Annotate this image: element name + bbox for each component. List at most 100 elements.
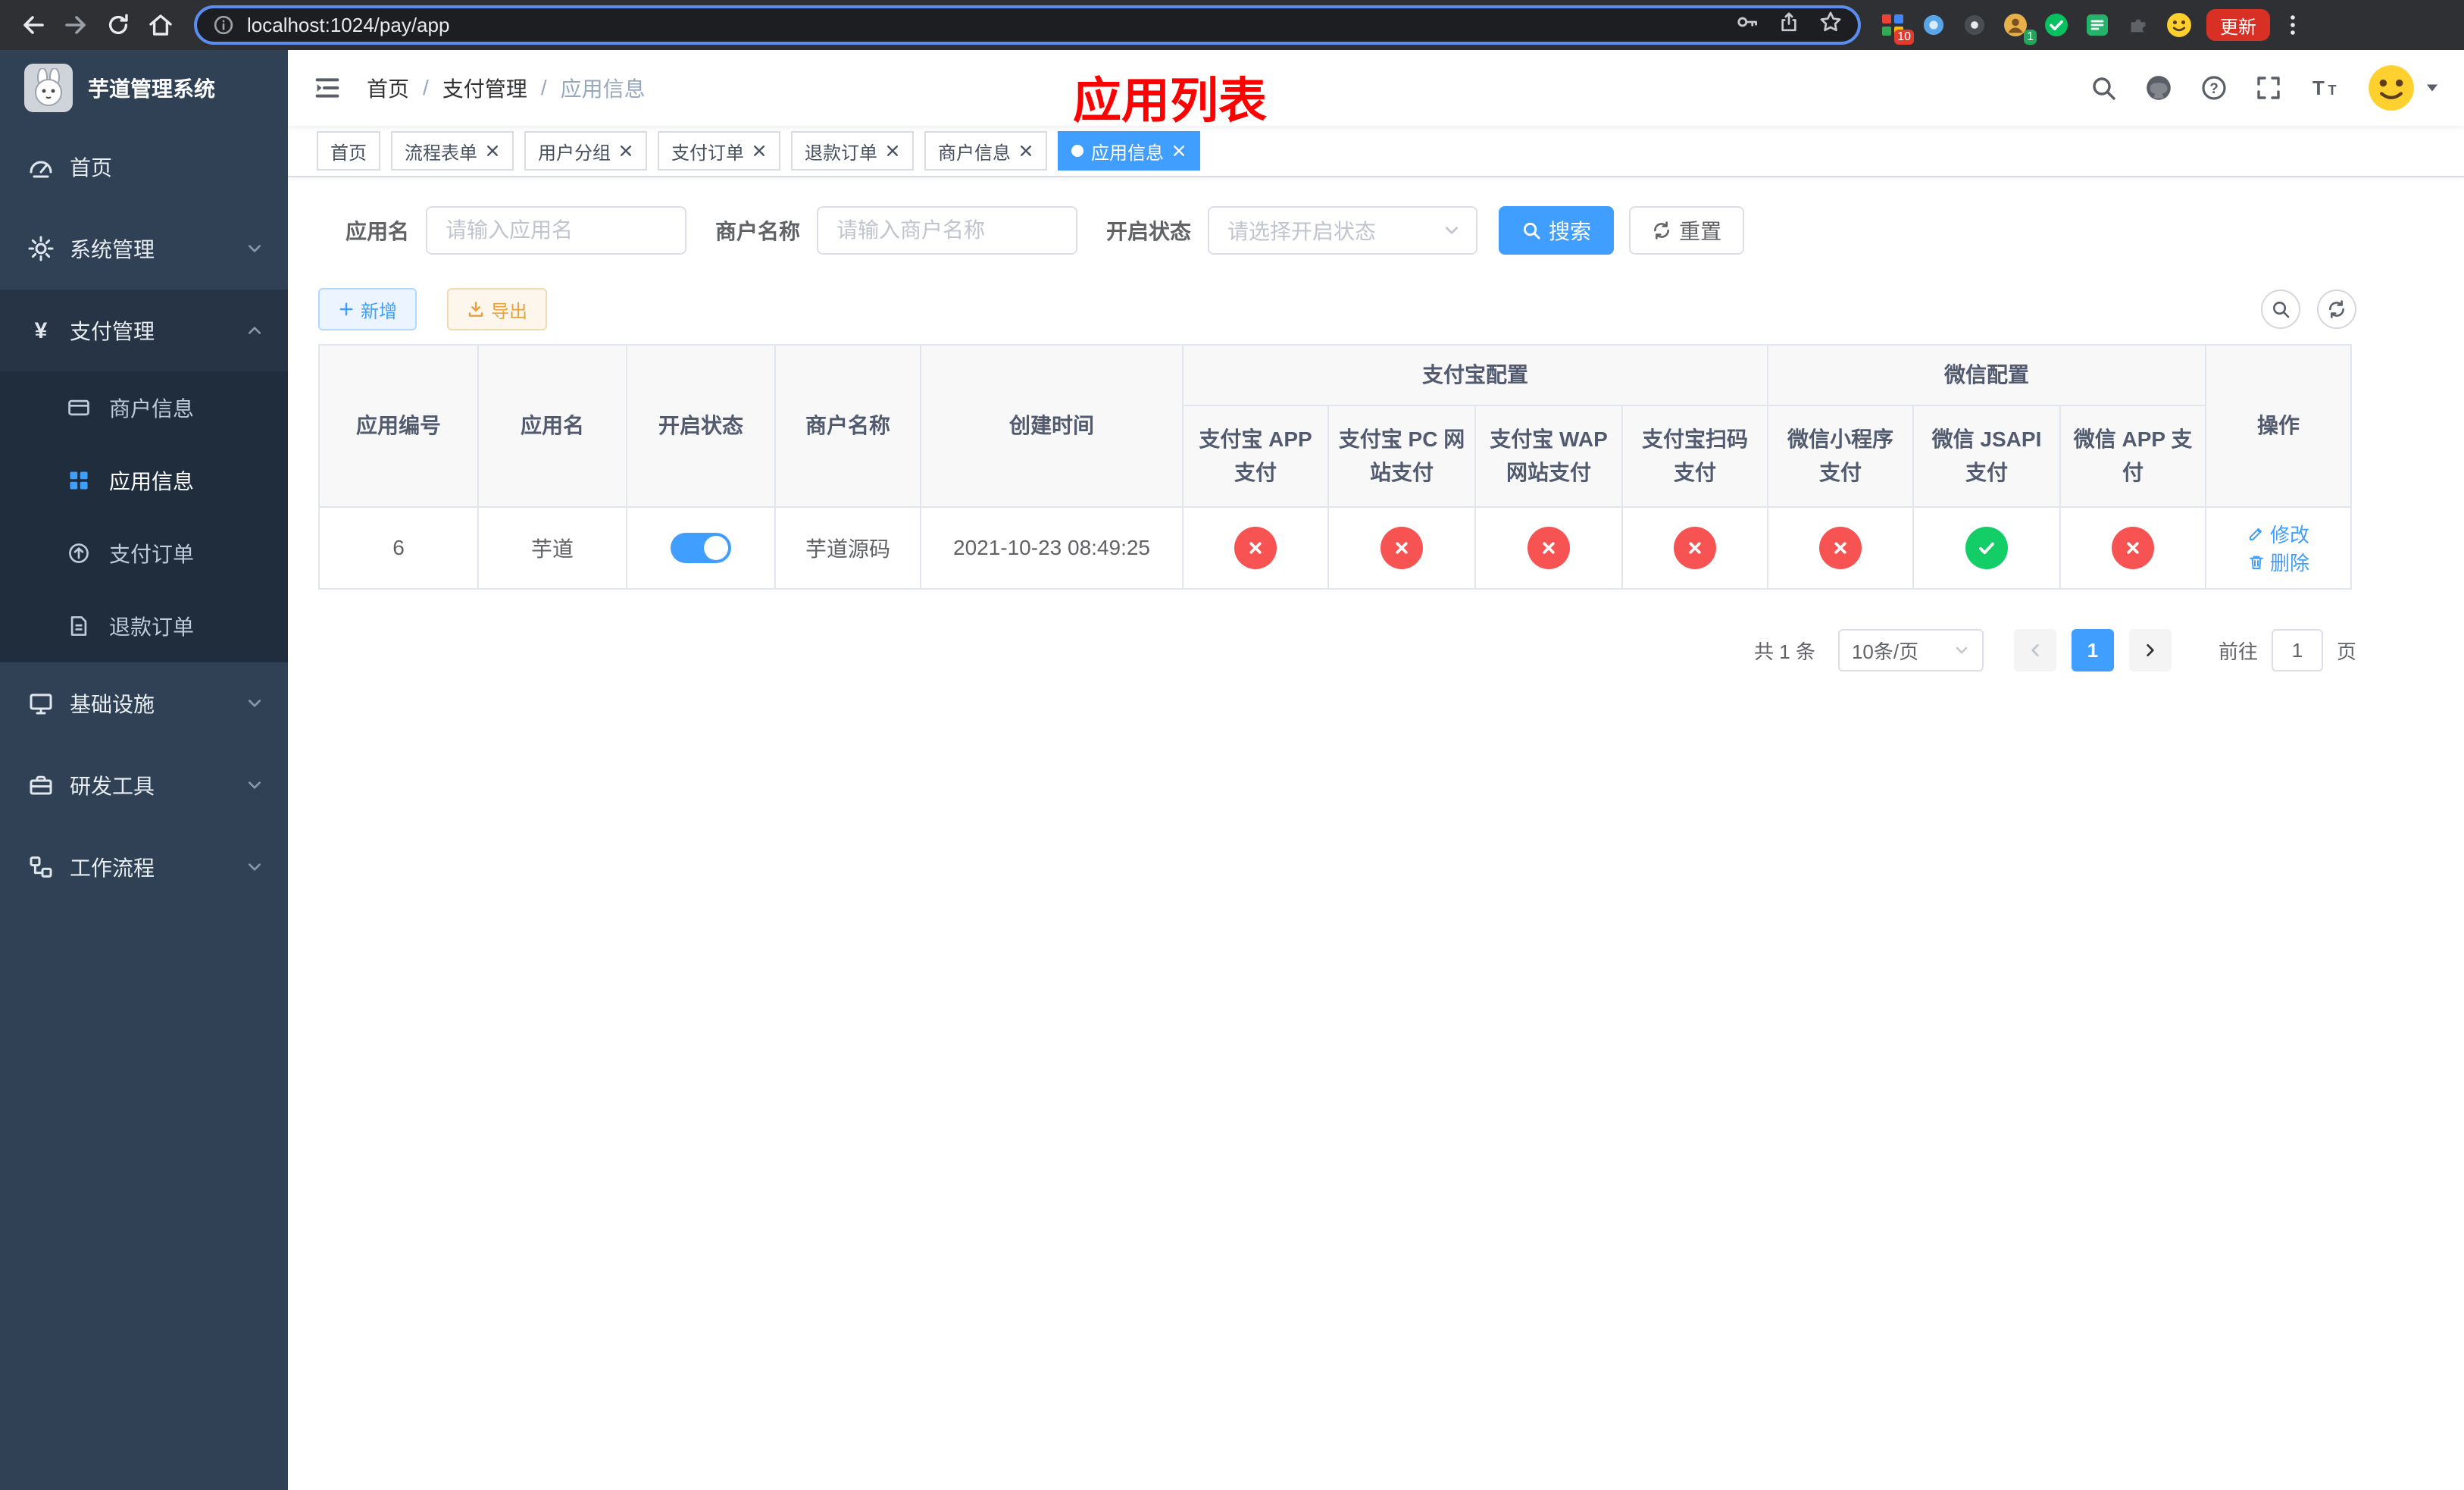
breadcrumb-section[interactable]: 支付管理 (442, 73, 527, 103)
extension-grid-icon[interactable]: 10 (1876, 8, 1914, 45)
page-size-select[interactable]: 10条/页 (1837, 629, 1984, 671)
site-info-icon[interactable] (212, 14, 235, 36)
help-icon[interactable]: ? (2200, 74, 2228, 102)
close-icon[interactable] (1171, 143, 1187, 158)
sidebar-item-app-info[interactable]: 应用信息 (0, 444, 288, 517)
extension-green-circle-icon[interactable] (2040, 8, 2073, 42)
password-key-icon[interactable] (1735, 10, 1759, 40)
alipay-pc-status-icon (1381, 527, 1423, 569)
next-page-button[interactable] (2128, 629, 2172, 671)
close-icon[interactable] (752, 143, 767, 158)
search-form: 应用名 商户名称 开启状态 请选择开启状态 搜索 重置 (318, 206, 2356, 255)
delete-link[interactable]: 删除 (2247, 548, 2309, 576)
github-icon[interactable] (2144, 74, 2173, 102)
close-icon[interactable] (885, 143, 900, 158)
tab-refund-order[interactable]: 退款订单 (791, 131, 914, 171)
extension-emoji-icon[interactable] (2162, 8, 2196, 42)
breadcrumb-home[interactable]: 首页 (367, 73, 409, 103)
extension-chat-icon[interactable] (2081, 8, 2114, 42)
browser-menu-icon[interactable] (2281, 13, 2305, 37)
show-search-button[interactable] (2261, 290, 2300, 329)
hamburger-icon[interactable] (312, 73, 342, 103)
active-dot (1071, 145, 1083, 157)
extension-dark-icon[interactable] (1958, 8, 1991, 42)
tab-label: 商户信息 (938, 142, 1011, 164)
sidebar-item-workflow[interactable]: 工作流程 (0, 826, 288, 908)
sidebar-item-label: 退款订单 (109, 615, 195, 639)
sidebar-item-infrastructure[interactable]: 基础设施 (0, 662, 288, 744)
forward-icon[interactable] (55, 4, 97, 46)
sidebar-item-label: 商户信息 (109, 397, 195, 421)
home-icon[interactable] (139, 4, 182, 46)
close-icon[interactable] (1018, 143, 1033, 158)
goto-page-input[interactable] (2271, 629, 2323, 671)
search-button[interactable]: 搜索 (1499, 206, 1615, 255)
page-number-button[interactable]: 1 (2071, 629, 2114, 671)
tab-label: 应用信息 (1091, 142, 1164, 164)
sidebar-item-refund-order[interactable]: 退款订单 (0, 590, 288, 662)
user-avatar[interactable] (2367, 64, 2440, 112)
bookmark-star-icon[interactable] (1818, 10, 1843, 40)
tab-merchant-info[interactable]: 商户信息 (924, 131, 1047, 171)
extension-badge: 1 (2024, 30, 2037, 45)
status-select-placeholder: 请选择开启状态 (1227, 220, 1377, 243)
group-header-wechat: 微信配置 (1767, 344, 2207, 406)
app-logo[interactable]: 芋道管理系统 (0, 50, 288, 126)
sidebar-item-payment[interactable]: ¥ 支付管理 (0, 290, 288, 371)
refresh-table-button[interactable] (2317, 290, 2356, 329)
col-header-wx-jsapi: 微信 JSAPI 支付 (1912, 405, 2062, 508)
chevron-down-icon (245, 239, 264, 258)
close-icon[interactable] (485, 143, 500, 158)
status-select[interactable]: 请选择开启状态 (1208, 206, 1478, 255)
prev-page-button[interactable] (2013, 629, 2056, 671)
extension-blue-icon[interactable] (1917, 8, 1950, 42)
export-button[interactable]: 导出 (447, 288, 547, 330)
edit-link[interactable]: 修改 (2247, 520, 2309, 548)
gear-icon (27, 235, 55, 262)
search-button-label: 搜索 (1549, 220, 1592, 243)
sidebar-item-home[interactable]: 首页 (0, 126, 288, 208)
grid-icon (67, 468, 91, 493)
tab-pay-order[interactable]: 支付订单 (658, 131, 780, 171)
sidebar-item-system[interactable]: 系统管理 (0, 208, 288, 290)
tab-user-group[interactable]: 用户分组 (524, 131, 647, 171)
sidebar-item-dev-tools[interactable]: 研发工具 (0, 744, 288, 826)
add-button[interactable]: 新增 (318, 288, 417, 330)
app-name-label: 应用名 (346, 220, 410, 243)
col-header-alipay-qr: 支付宝扫码支付 (1621, 405, 1769, 508)
share-icon[interactable] (1778, 11, 1800, 39)
breadcrumb-separator: / (540, 76, 547, 99)
tab-process-form[interactable]: 流程表单 (391, 131, 514, 171)
extension-avatar-icon[interactable]: 1 (1999, 8, 2037, 45)
sidebar-item-merchant-info[interactable]: 商户信息 (0, 371, 288, 444)
reload-icon[interactable] (97, 4, 139, 46)
page-title-banner: 应用列表 (1073, 74, 1267, 128)
close-icon[interactable] (618, 143, 633, 158)
goto-label: 前往 (2218, 640, 2258, 663)
url-text[interactable]: localhost:1024/pay/app (247, 14, 1735, 37)
search-icon[interactable] (2090, 74, 2117, 102)
tab-app-info[interactable]: 应用信息 (1058, 131, 1200, 171)
url-bar[interactable]: localhost:1024/pay/app (194, 5, 1861, 45)
plus-icon (339, 302, 353, 316)
tab-label: 用户分组 (538, 142, 611, 164)
cell-created: 2021-10-23 08:49:25 (920, 506, 1184, 590)
tab-home[interactable]: 首页 (317, 131, 380, 171)
chevron-down-icon (1956, 646, 1968, 654)
reset-button[interactable]: 重置 (1629, 206, 1745, 255)
font-size-icon[interactable]: TT (2309, 74, 2340, 102)
tab-label: 退款订单 (805, 142, 877, 164)
breadcrumb-current: 应用信息 (560, 77, 646, 101)
browser-update-button[interactable]: 更新 (2206, 9, 2270, 41)
export-button-label: 导出 (491, 301, 527, 322)
extensions-row: 10 1 (1876, 8, 2196, 45)
svg-text:?: ? (2209, 81, 2219, 97)
fullscreen-icon[interactable] (2255, 74, 2282, 102)
app-name-input[interactable] (426, 206, 687, 255)
status-toggle[interactable] (671, 533, 731, 563)
extension-puzzle-icon[interactable] (2122, 8, 2155, 42)
sidebar-item-pay-order[interactable]: 支付订单 (0, 517, 288, 590)
avatar-emoji-icon (2369, 65, 2414, 111)
merchant-name-input[interactable] (817, 206, 1078, 255)
back-icon[interactable] (12, 4, 55, 46)
